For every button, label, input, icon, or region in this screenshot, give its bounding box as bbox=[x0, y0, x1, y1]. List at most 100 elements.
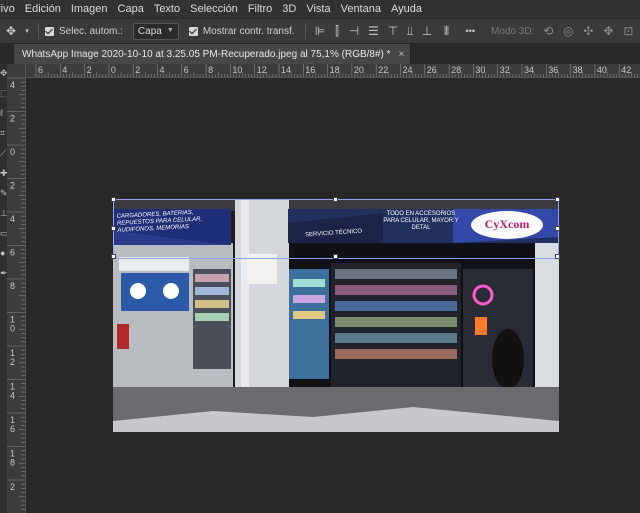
brush-tool-icon[interactable]: ✎ bbox=[0, 188, 7, 198]
ruler-label: 20 bbox=[354, 65, 364, 75]
menu-item[interactable]: Selección bbox=[185, 3, 243, 15]
ruler-label: 2 bbox=[10, 482, 15, 492]
transform-handle-bottom-left[interactable] bbox=[111, 254, 116, 259]
ruler-label: 0 bbox=[10, 324, 15, 334]
slide-3d-icon[interactable]: ✥ bbox=[598, 24, 618, 38]
align-right-icon[interactable]: ⊣ bbox=[346, 24, 363, 38]
ruler-label: 42 bbox=[621, 65, 631, 75]
marquee-tool-icon[interactable]: ⬚ bbox=[0, 88, 7, 98]
ruler-label: 32 bbox=[500, 65, 510, 75]
ruler-label: 6 bbox=[10, 248, 15, 258]
ruler-label: 8 bbox=[10, 458, 15, 468]
distribute-horizontal-icon[interactable]: ☰ bbox=[363, 24, 385, 38]
horizontal-ruler-ticks: 6 4 2 0 2 4 6 8 10 12 14 16 18 20 22 24 26 28 30 32 34 36 38 40… bbox=[35, 64, 638, 77]
ruler-label: 34 bbox=[524, 65, 534, 75]
document-tab-title: WhatsApp Image 2020-10-10 at 3.25.05 PM-… bbox=[22, 48, 391, 60]
vertical-ruler[interactable]: 420246810121416182 bbox=[7, 78, 26, 513]
healing-tool-icon[interactable]: ✚ bbox=[0, 168, 7, 178]
more-options-button[interactable]: ••• bbox=[466, 26, 475, 36]
ruler-label: 8 bbox=[10, 281, 15, 291]
ruler-label: 2 bbox=[135, 65, 140, 75]
dodge-tool-icon[interactable]: ● bbox=[0, 248, 7, 258]
auto-select-checkbox[interactable]: Selec. autom.: bbox=[45, 26, 123, 37]
scale-3d-icon[interactable]: ⊡ bbox=[618, 24, 638, 38]
menu-item[interactable]: Vista bbox=[301, 3, 335, 15]
ruler-label: 4 bbox=[10, 214, 15, 224]
menu-bar: rivoEdiciónImagenCapaTextoSelecciónFiltr… bbox=[0, 0, 640, 18]
transform-handle-right-middle[interactable] bbox=[555, 226, 560, 231]
ruler-label: 0 bbox=[111, 65, 116, 75]
tool-options-bar: ✥ ▾ Selec. autom.: Capa ▼ Mostrar contr.… bbox=[0, 18, 640, 44]
menu-item[interactable]: Capa bbox=[113, 3, 149, 15]
menu-item[interactable]: Ventana bbox=[336, 3, 386, 15]
lasso-tool-icon[interactable]: ℓ bbox=[0, 108, 7, 118]
horizontal-ruler[interactable]: 6 4 2 0 2 4 6 8 10 12 14 16 18 20 22 24 26 28 30 32 34 36 38 40… bbox=[26, 64, 640, 78]
sign-right-text: TODO EN ACCESORIOS PARA CELULAR, MAYOR Y… bbox=[383, 211, 459, 231]
menu-item[interactable]: Ayuda bbox=[386, 3, 427, 15]
menu-item[interactable]: Texto bbox=[149, 3, 185, 15]
roll-3d-icon[interactable]: ◎ bbox=[558, 24, 578, 38]
transform-handle-bottom-right[interactable] bbox=[555, 254, 560, 259]
eraser-tool-icon[interactable]: ▭ bbox=[0, 228, 7, 238]
ruler-label: 24 bbox=[403, 65, 413, 75]
mode-3d-label: Modo 3D: bbox=[490, 25, 535, 37]
canvas-area[interactable]: CARGADORES, BATERIAS, REPUESTOS PARA CEL… bbox=[26, 78, 640, 513]
ruler-label: 2 bbox=[10, 181, 15, 191]
chevron-down-icon: ▼ bbox=[166, 26, 174, 34]
ruler-label: 0 bbox=[10, 147, 15, 157]
divider bbox=[304, 23, 306, 39]
transform-handle-top-middle[interactable] bbox=[333, 197, 338, 202]
distribute-vertical-icon[interactable]: ⦀ bbox=[436, 24, 458, 39]
stamp-tool-icon[interactable]: ⊥ bbox=[0, 208, 7, 218]
logo-text: CyXcom bbox=[484, 217, 530, 231]
auto-select-value: Capa bbox=[137, 25, 162, 37]
menu-item[interactable]: rivo bbox=[0, 3, 20, 15]
transform-handle-top-left[interactable] bbox=[111, 197, 116, 202]
menu-item[interactable]: Filtro bbox=[243, 3, 277, 15]
ruler-origin[interactable] bbox=[7, 64, 26, 78]
align-top-icon[interactable]: ⊤ bbox=[385, 24, 402, 38]
rotate-3d-icon[interactable]: ⟲ bbox=[538, 24, 558, 38]
align-middle-icon[interactable]: ⫫ bbox=[402, 24, 419, 39]
document-tab[interactable]: WhatsApp Image 2020-10-10 at 3.25.05 PM-… bbox=[14, 44, 412, 64]
move-tool-icon[interactable]: ✥ bbox=[0, 68, 7, 78]
ruler-label: 4 bbox=[10, 80, 15, 90]
document-image[interactable]: CARGADORES, BATERIAS, REPUESTOS PARA CEL… bbox=[113, 199, 559, 432]
checkbox-checked-icon bbox=[45, 26, 54, 36]
ruler-label: 14 bbox=[281, 65, 291, 75]
ruler-label: 4 bbox=[10, 391, 15, 401]
show-transform-controls-checkbox[interactable]: Mostrar contr. transf. bbox=[188, 26, 295, 37]
tool-preset-chevron-icon[interactable]: ▾ bbox=[22, 27, 32, 35]
menu-item[interactable]: Edición bbox=[20, 3, 66, 15]
ruler-label: 2 bbox=[87, 65, 92, 75]
transform-handle-top-right[interactable] bbox=[555, 197, 560, 202]
ruler-label: 22 bbox=[378, 65, 388, 75]
transform-handle-left-middle[interactable] bbox=[111, 226, 116, 231]
ruler-label: 4 bbox=[160, 65, 165, 75]
move-tool-icon[interactable]: ✥ bbox=[0, 24, 22, 38]
ruler-label: 16 bbox=[305, 65, 315, 75]
ruler-label: 26 bbox=[427, 65, 437, 75]
menu-item[interactable]: 3D bbox=[277, 3, 301, 15]
checkbox-checked-icon bbox=[188, 26, 198, 36]
align-left-icon[interactable]: ⊫ bbox=[312, 24, 329, 38]
ruler-label: 40 bbox=[597, 65, 607, 75]
crop-tool-icon[interactable]: ⌗ bbox=[0, 128, 7, 138]
ruler-label: 28 bbox=[451, 65, 461, 75]
eyedropper-tool-icon[interactable]: ⟋ bbox=[0, 148, 7, 158]
auto-select-label: Selec. autom.: bbox=[59, 25, 123, 37]
ruler-label: 6 bbox=[38, 65, 43, 75]
ruler-label: 30 bbox=[475, 65, 485, 75]
align-center-icon[interactable]: ⫿ bbox=[329, 24, 346, 39]
auto-select-dropdown[interactable]: Capa ▼ bbox=[132, 22, 179, 40]
divider bbox=[38, 23, 39, 39]
menu-item[interactable]: Imagen bbox=[66, 3, 113, 15]
ruler-label: 4 bbox=[62, 65, 67, 75]
pan-3d-icon[interactable]: ✣ bbox=[578, 24, 598, 38]
transform-handle-bottom-middle[interactable] bbox=[333, 254, 338, 259]
close-icon[interactable]: × bbox=[399, 49, 405, 60]
tools-panel: ✥ ⬚ ℓ ⌗ ⟋ ✚ ✎ ⊥ ▭ ● ✒ bbox=[0, 64, 7, 513]
align-bottom-icon[interactable]: ⊥ bbox=[419, 24, 436, 38]
pen-tool-icon[interactable]: ✒ bbox=[0, 268, 7, 278]
ruler-label: 2 bbox=[10, 114, 15, 124]
